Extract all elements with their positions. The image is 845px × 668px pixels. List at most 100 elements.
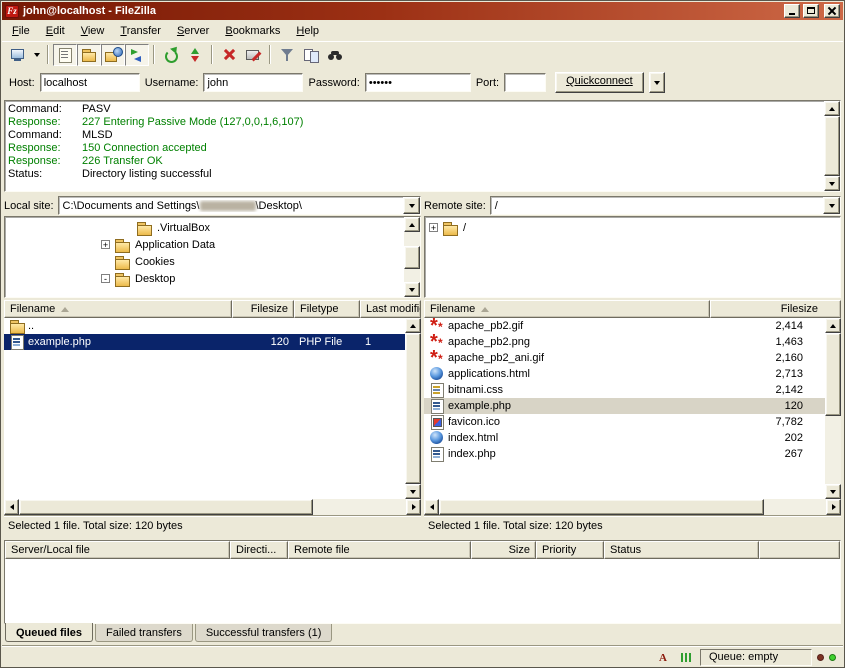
column-header-filesize[interactable]: Filesize: [710, 300, 841, 318]
scroll-down-button[interactable]: [824, 176, 840, 191]
tree-expander-icon[interactable]: +: [101, 240, 110, 249]
process-queue-button[interactable]: [183, 44, 207, 66]
refresh-button[interactable]: [159, 44, 183, 66]
close-button[interactable]: [824, 4, 840, 18]
site-manager-button[interactable]: [6, 44, 30, 66]
tree-expander-icon[interactable]: +: [429, 223, 438, 232]
username-input[interactable]: [203, 73, 303, 92]
tree-item[interactable]: Cookies: [5, 253, 404, 270]
scroll-down-button[interactable]: [404, 282, 420, 297]
message-log-icon: [56, 46, 74, 64]
tree-item[interactable]: -Desktop: [5, 270, 404, 287]
file-row[interactable]: index.html202: [424, 430, 825, 446]
column-header-filename[interactable]: Filename: [4, 300, 232, 318]
column-header-filename[interactable]: Filename: [424, 300, 710, 318]
quickconnect-dropdown-button[interactable]: [649, 72, 665, 93]
log-scrollbar[interactable]: [824, 101, 840, 191]
menu-transfer[interactable]: Transfer: [112, 22, 169, 40]
scrollbar-thumb[interactable]: [19, 499, 313, 515]
transfer-type-ascii-icon[interactable]: A: [654, 650, 672, 666]
file-row[interactable]: ..: [4, 318, 405, 334]
menu-view[interactable]: View: [73, 22, 113, 40]
port-input[interactable]: [504, 73, 546, 92]
column-header-filetype[interactable]: Filetype: [294, 300, 360, 318]
scrollbar-thumb[interactable]: [825, 333, 841, 416]
menu-server[interactable]: Server: [169, 22, 217, 40]
local-tree-scrollbar[interactable]: [404, 217, 420, 297]
scroll-down-button[interactable]: [825, 484, 841, 499]
scroll-right-button[interactable]: [826, 499, 841, 515]
scroll-left-button[interactable]: [424, 499, 439, 515]
host-input[interactable]: [40, 73, 140, 92]
file-row[interactable]: apache_pb2_ani.gif2,160: [424, 350, 825, 366]
disconnect-button[interactable]: [241, 44, 265, 66]
scrollbar-thumb[interactable]: [824, 116, 840, 176]
local-site-combobox[interactable]: C:\Documents and Settings\\Desktop\: [58, 196, 421, 215]
column-header-lastmodified[interactable]: Last modified: [360, 300, 421, 318]
file-row[interactable]: applications.html2,713: [424, 366, 825, 382]
column-header-filesize[interactable]: Filesize: [232, 300, 294, 318]
speed-limit-icon[interactable]: [677, 650, 695, 666]
tab-successful-transfers[interactable]: Successful transfers (1): [195, 624, 333, 642]
scroll-up-button[interactable]: [824, 101, 840, 116]
menu-edit[interactable]: Edit: [38, 22, 73, 40]
minimize-icon: [789, 13, 795, 15]
file-row[interactable]: apache_pb2.gif2,414: [424, 318, 825, 334]
file-row[interactable]: bitnami.css2,142: [424, 382, 825, 398]
local-list-hscrollbar[interactable]: [4, 499, 421, 515]
tree-item[interactable]: +Application Data: [5, 236, 404, 253]
file-row-selected[interactable]: example.php 120 PHP File 1: [4, 334, 405, 350]
toolbar-separator: [211, 45, 213, 64]
scroll-up-button[interactable]: [404, 217, 420, 232]
toggle-remote-tree-button[interactable]: [101, 44, 125, 66]
title-bar[interactable]: Fz john@localhost - FileZilla: [2, 2, 843, 20]
tree-expander-icon[interactable]: -: [101, 274, 110, 283]
maximize-button[interactable]: [803, 4, 819, 18]
file-row-selected[interactable]: example.php120: [424, 398, 825, 414]
toggle-message-log-button[interactable]: [53, 44, 77, 66]
scroll-up-button[interactable]: [825, 318, 841, 333]
remote-list-vscrollbar[interactable]: [825, 318, 841, 499]
menu-file[interactable]: File: [4, 22, 38, 40]
minimize-button[interactable]: [784, 4, 800, 18]
queue-body[interactable]: [5, 559, 840, 623]
column-header-status[interactable]: Status: [604, 541, 759, 559]
tree-item[interactable]: +/: [425, 219, 840, 236]
scroll-left-button[interactable]: [4, 499, 19, 515]
tab-queued-files[interactable]: Queued files: [5, 623, 93, 642]
toggle-transfer-queue-button[interactable]: [125, 44, 149, 66]
scroll-down-button[interactable]: [405, 484, 421, 499]
scrollbar-thumb[interactable]: [405, 333, 421, 484]
scrollbar-thumb[interactable]: [439, 499, 764, 515]
cancel-icon: [220, 46, 238, 64]
column-header-server-local-file[interactable]: Server/Local file: [5, 541, 230, 559]
tree-item[interactable]: .VirtualBox: [5, 219, 404, 236]
column-header-priority[interactable]: Priority: [536, 541, 604, 559]
tab-failed-transfers[interactable]: Failed transfers: [95, 624, 193, 642]
compare-button[interactable]: [299, 44, 323, 66]
scrollbar-thumb[interactable]: [404, 246, 420, 269]
remote-site-dropdown-button[interactable]: [823, 197, 840, 214]
file-row[interactable]: index.php267: [424, 446, 825, 462]
menu-help[interactable]: Help: [288, 22, 327, 40]
cancel-button[interactable]: [217, 44, 241, 66]
remote-site-combobox[interactable]: /: [490, 196, 841, 215]
local-list-vscrollbar[interactable]: [405, 318, 421, 499]
password-input[interactable]: [365, 73, 471, 92]
file-row[interactable]: apache_pb2.png1,463: [424, 334, 825, 350]
find-button[interactable]: [323, 44, 347, 66]
scroll-up-button[interactable]: [405, 318, 421, 333]
remote-list-hscrollbar[interactable]: [424, 499, 841, 515]
column-header-direction[interactable]: Directi...: [230, 541, 288, 559]
file-row[interactable]: favicon.ico7,782: [424, 414, 825, 430]
remote-site-row: Remote site: /: [424, 195, 841, 216]
local-site-dropdown-button[interactable]: [403, 197, 420, 214]
column-header-remote-file[interactable]: Remote file: [288, 541, 471, 559]
site-manager-dropdown-button[interactable]: [30, 44, 43, 66]
column-header-size[interactable]: Size: [471, 541, 536, 559]
filter-button[interactable]: [275, 44, 299, 66]
quickconnect-button[interactable]: Quickconnect: [555, 72, 644, 93]
menu-bookmarks[interactable]: Bookmarks: [217, 22, 288, 40]
scroll-right-button[interactable]: [406, 499, 421, 515]
toggle-local-tree-button[interactable]: [77, 44, 101, 66]
